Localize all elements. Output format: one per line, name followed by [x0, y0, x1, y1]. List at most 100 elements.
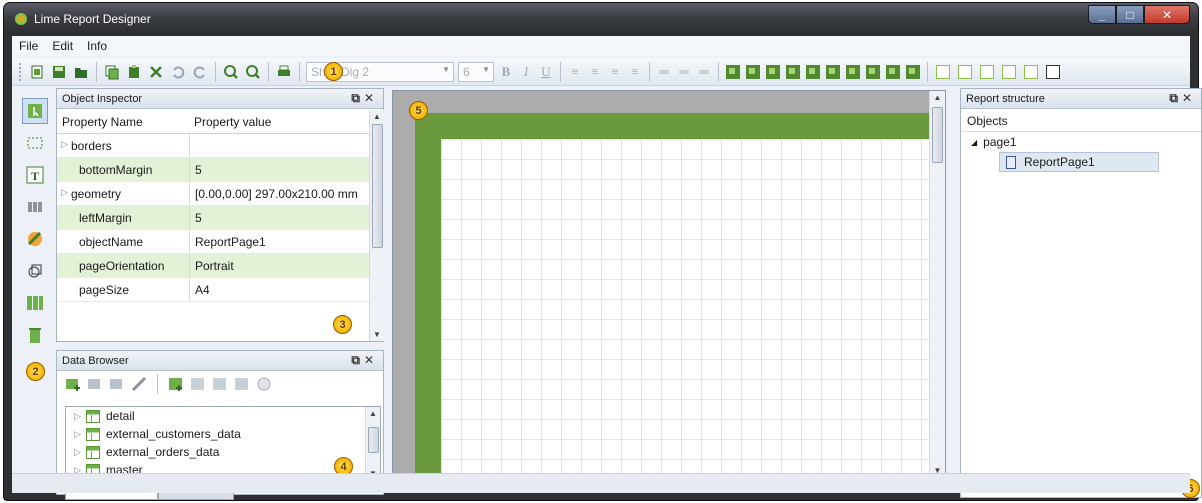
edit-datasource-icon[interactable]	[212, 376, 228, 392]
add-datasource-icon[interactable]	[168, 376, 184, 392]
scroll-down-icon[interactable]: ▼	[370, 330, 384, 339]
design-canvas[interactable]: 5 ▲ ▼ ◀ ⁞⁞⁞ ▶	[392, 90, 946, 492]
print-button[interactable]	[274, 62, 294, 82]
zoom-out-button[interactable]	[243, 62, 263, 82]
menu-info[interactable]: Info	[80, 39, 114, 53]
edit-connection-icon[interactable]	[87, 376, 103, 392]
column-header-value[interactable]: Property value	[189, 110, 276, 133]
property-value[interactable]: 5	[189, 206, 369, 229]
undo-button[interactable]	[168, 62, 188, 82]
close-icon[interactable]: ✕	[364, 353, 378, 367]
scroll-up-icon[interactable]: ▲	[366, 409, 380, 418]
view-datasource-icon[interactable]	[190, 376, 206, 392]
property-value[interactable]: A4	[189, 278, 369, 301]
table-row[interactable]: objectName ReportPage1	[57, 230, 369, 254]
align-bottom-edges-icon[interactable]	[846, 64, 860, 79]
align-center-icon[interactable]	[806, 64, 820, 79]
align-top-edges-icon[interactable]	[826, 64, 840, 79]
align-right-button[interactable]: ≡	[607, 64, 623, 80]
property-value[interactable]	[189, 134, 369, 157]
delete-tool[interactable]	[22, 322, 48, 348]
paste-button[interactable]	[124, 62, 144, 82]
column-header-name[interactable]: Property Name	[57, 110, 189, 133]
maximize-button[interactable]: □	[1116, 5, 1144, 24]
list-item[interactable]: ▷ external_customers_data	[66, 425, 380, 443]
minimize-button[interactable]: _	[1088, 5, 1116, 24]
border-left-icon[interactable]	[1002, 64, 1016, 79]
save-button[interactable]	[49, 62, 69, 82]
close-window-button[interactable]: ✕	[1144, 5, 1190, 24]
border-all-icon[interactable]	[936, 64, 950, 79]
image-tool[interactable]	[22, 226, 48, 252]
band-tool[interactable]	[22, 130, 48, 156]
add-connection-icon[interactable]	[65, 376, 81, 392]
expand-icon[interactable]: ▷	[74, 429, 86, 440]
expand-icon[interactable]: ▷	[74, 411, 86, 422]
delete-datasource-icon[interactable]	[234, 376, 250, 392]
table-row[interactable]: pageOrientation Portrait	[57, 254, 369, 278]
align-left-edges-icon[interactable]	[766, 64, 780, 79]
property-value[interactable]: Portrait	[189, 254, 369, 277]
shape-tool[interactable]	[22, 258, 48, 284]
disconnect-icon[interactable]	[131, 376, 147, 392]
menu-edit[interactable]: Edit	[45, 39, 80, 53]
property-value[interactable]: [0.00,0.00] 297.00x210.00 mm	[189, 182, 369, 205]
bring-to-front-icon[interactable]	[726, 64, 740, 79]
open-button[interactable]	[71, 62, 91, 82]
border-top-icon[interactable]	[958, 64, 972, 79]
toolbar-grip[interactable]	[18, 61, 22, 82]
expand-icon[interactable]: ▷	[74, 447, 86, 458]
align-center-button[interactable]: ≡	[587, 64, 603, 80]
property-value[interactable]: ReportPage1	[189, 230, 369, 253]
scroll-up-icon[interactable]: ▲	[930, 93, 945, 102]
align-middle-icon[interactable]	[866, 64, 880, 79]
bold-button[interactable]: B	[498, 64, 514, 80]
same-width-icon[interactable]	[886, 64, 900, 79]
border-right-icon[interactable]	[1024, 64, 1038, 79]
tree-item-page1[interactable]: ◢ page1	[961, 132, 1201, 152]
italic-button[interactable]: I	[518, 64, 534, 80]
table-row[interactable]: pageSize A4	[57, 278, 369, 302]
same-height-icon[interactable]	[906, 64, 920, 79]
scroll-thumb[interactable]	[372, 124, 383, 248]
zoom-in-button[interactable]	[221, 62, 241, 82]
text-tool[interactable]: T	[22, 162, 48, 188]
align-right-edges-icon[interactable]	[786, 64, 800, 79]
close-icon[interactable]: ✕	[364, 91, 378, 105]
font-size-select[interactable]: 6 ▼	[458, 61, 494, 82]
page-grid[interactable]	[441, 139, 931, 479]
table-row[interactable]: geometry[0.00,0.00] 297.00x210.00 mm	[57, 182, 369, 206]
report-page[interactable]	[415, 113, 931, 479]
list-item[interactable]: ▷ detail	[66, 407, 380, 425]
align-justify-button[interactable]: ≡	[627, 64, 643, 80]
underline-button[interactable]: U	[538, 64, 554, 80]
valign-middle-button[interactable]: ═	[676, 64, 692, 80]
scroll-thumb[interactable]	[368, 427, 379, 453]
valign-bottom-button[interactable]: ═	[696, 64, 712, 80]
menu-file[interactable]: File	[12, 39, 45, 53]
scroll-up-icon[interactable]: ▲	[370, 112, 384, 121]
border-none-icon[interactable]	[1046, 64, 1060, 79]
close-icon[interactable]: ✕	[1182, 91, 1196, 105]
scroll-thumb[interactable]	[932, 107, 943, 163]
select-tool[interactable]	[22, 98, 48, 124]
table-row[interactable]: bottomMargin 5	[57, 158, 369, 182]
table-row[interactable]: leftMargin 5	[57, 206, 369, 230]
barcode-tool[interactable]	[22, 194, 48, 220]
cut-button[interactable]	[146, 62, 166, 82]
float-icon[interactable]: ⧉	[1169, 91, 1182, 105]
new-report-button[interactable]	[27, 62, 47, 82]
tree-item-reportpage1[interactable]: ReportPage1	[999, 152, 1159, 172]
float-icon[interactable]: ⧉	[351, 353, 364, 367]
horizontal-layout-tool[interactable]	[22, 290, 48, 316]
border-bottom-icon[interactable]	[980, 64, 994, 79]
valign-top-button[interactable]: ═	[656, 64, 672, 80]
info-icon[interactable]	[256, 376, 272, 392]
copy-button[interactable]	[102, 62, 122, 82]
collapse-icon[interactable]: ◢	[971, 138, 977, 147]
send-to-back-icon[interactable]	[746, 64, 760, 79]
list-item[interactable]: ▷ external_orders_data	[66, 443, 380, 461]
table-row[interactable]: borders	[57, 134, 369, 158]
float-icon[interactable]: ⧉	[351, 91, 364, 105]
align-left-button[interactable]: ≡	[567, 64, 583, 80]
